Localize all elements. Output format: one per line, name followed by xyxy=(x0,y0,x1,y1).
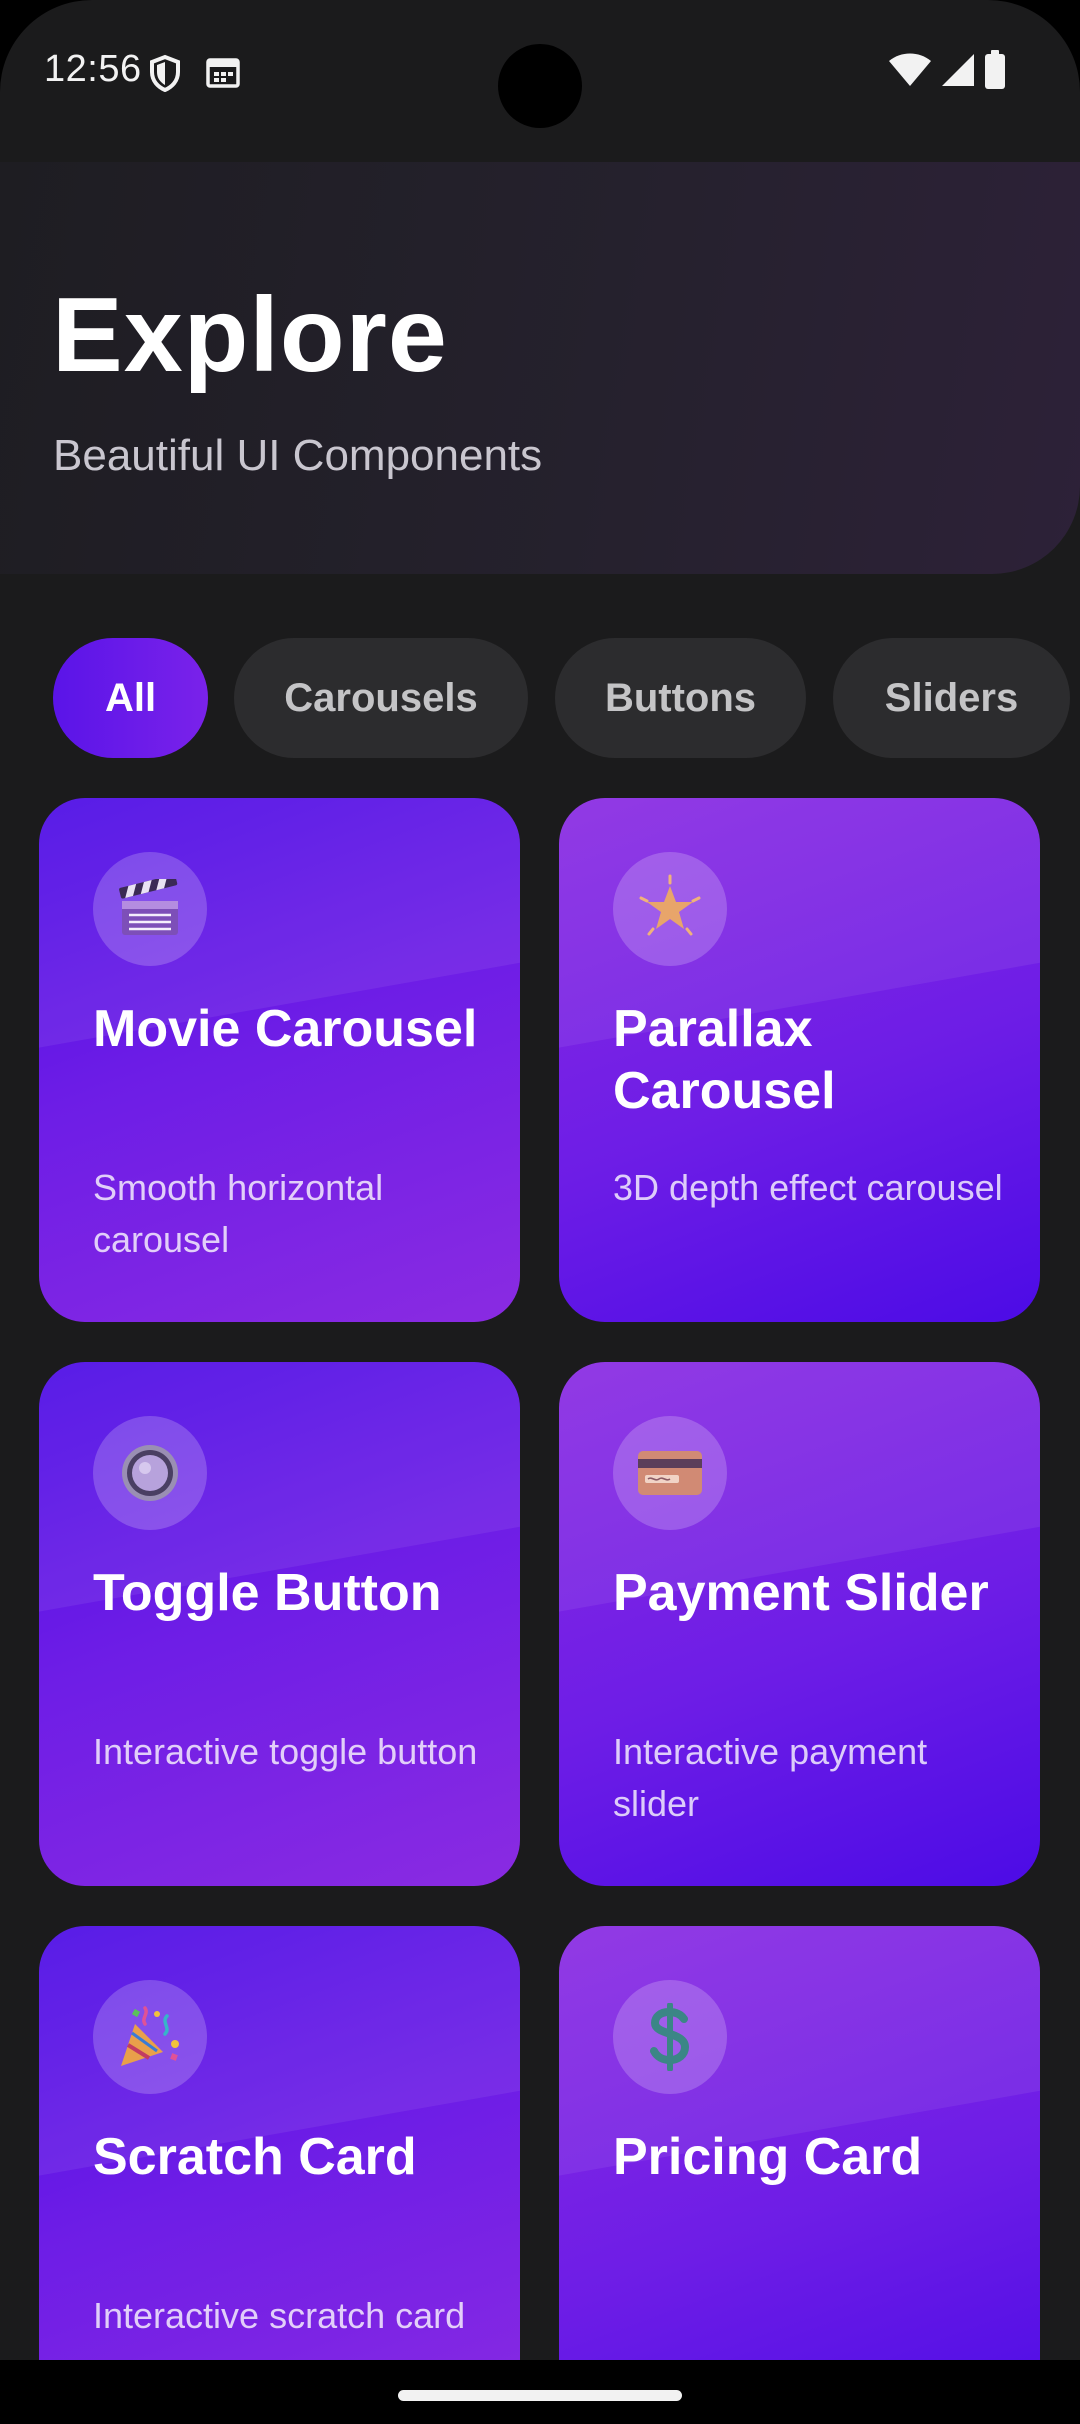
gesture-handle[interactable] xyxy=(398,2390,682,2401)
card-description: Interactive toggle button xyxy=(93,1731,478,1772)
card-title: Scratch Card xyxy=(93,2128,417,2186)
chip-buttons[interactable]: Buttons xyxy=(555,638,806,758)
card-description: Smooth horizontal carousel xyxy=(93,1167,384,1260)
dollar-icon xyxy=(613,1980,727,2094)
component-card-pricing-card[interactable]: Pricing Card xyxy=(559,1926,1040,2424)
calendar-icon xyxy=(206,56,240,93)
status-time: 12:56 xyxy=(44,48,142,90)
component-card-movie-carousel[interactable]: Movie Carousel Smooth horizontal carouse… xyxy=(39,798,520,1322)
card-description: 3D depth effect carousel xyxy=(613,1167,1003,1208)
header-banner: Explore Beautiful UI Components xyxy=(0,162,1080,574)
chip-label: Buttons xyxy=(604,675,757,720)
star-icon xyxy=(613,852,727,966)
system-navigation-bar xyxy=(0,2360,1080,2424)
card-title: Toggle Button xyxy=(93,1564,442,1622)
app-screen: 12:56 Explore Beautiful UI Components Al… xyxy=(0,0,1080,2424)
card-title: Pricing Card xyxy=(613,2128,923,2186)
component-card-payment-slider[interactable]: Payment Slider Interactive payment slide… xyxy=(559,1362,1040,1886)
chip-all[interactable]: All xyxy=(53,638,208,758)
page-subtitle: Beautiful UI Components xyxy=(53,431,543,480)
battery-icon xyxy=(984,50,1006,95)
card-title: Movie Carousel xyxy=(93,1000,478,1058)
component-card-parallax-carousel[interactable]: Parallax Carousel 3D depth effect carous… xyxy=(559,798,1040,1322)
shield-icon xyxy=(148,54,182,97)
status-bar: 12:56 xyxy=(0,0,1080,140)
signal-icon xyxy=(940,52,976,93)
page-title: Explore xyxy=(52,276,448,394)
wifi-icon xyxy=(888,52,932,93)
chip-label: All xyxy=(104,675,157,720)
card-title: Payment Slider xyxy=(613,1564,989,1622)
card-title: Parallax Carousel xyxy=(613,1000,836,1120)
chip-label: Carousels xyxy=(284,675,478,720)
clapperboard-icon xyxy=(93,852,207,966)
chip-carousels[interactable]: Carousels xyxy=(234,638,528,758)
chip-sliders[interactable]: Sliders xyxy=(833,638,1070,758)
component-card-toggle-button[interactable]: Toggle Button Interactive toggle button xyxy=(39,1362,520,1886)
chip-label: Sliders xyxy=(884,675,1019,720)
component-card-scratch-card[interactable]: Scratch Card Interactive scratch card xyxy=(39,1926,520,2424)
radio-button-icon xyxy=(93,1416,207,1530)
filter-chips: All Carousels Buttons Sliders xyxy=(0,638,1080,758)
party-popper-icon xyxy=(93,1980,207,2094)
card-description: Interactive payment slider xyxy=(613,1731,928,1824)
camera-cutout xyxy=(498,44,582,128)
card-description: Interactive scratch card xyxy=(93,2295,466,2336)
credit-card-icon xyxy=(613,1416,727,1530)
